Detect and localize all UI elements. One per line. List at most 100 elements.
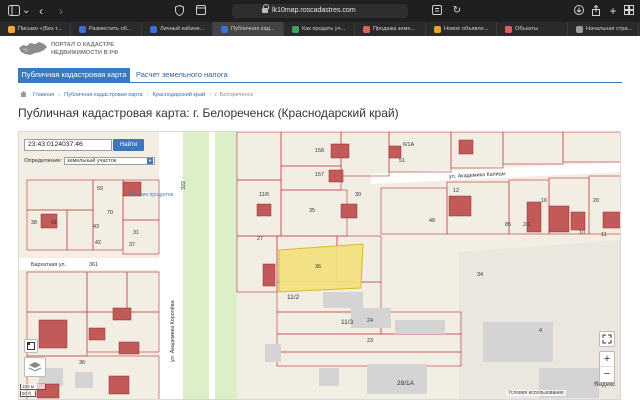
definition-select[interactable]: земельный участок ▼ — [64, 157, 155, 165]
breadcrumb: Главная › Публичная кадастровая карта › Крас… — [20, 90, 253, 99]
zoom-in-button[interactable]: + — [600, 352, 614, 367]
site-favicon-icon — [576, 25, 583, 33]
parcel-label: 11/6 — [259, 192, 269, 198]
home-icon[interactable] — [20, 91, 27, 97]
address-bar[interactable]: lk10map.roscadastres.com — [232, 4, 408, 18]
road-side — [209, 132, 215, 399]
parcel-label: 16 — [541, 198, 547, 204]
parcel-label: 38 — [31, 220, 37, 226]
logo-text[interactable]: Портал о кадастре недвижимости в РФ — [51, 42, 161, 57]
street-label-barkhatnaya: Бархатная ул. — [31, 262, 66, 268]
parcel-label: 70 — [107, 210, 113, 216]
back-arrow-icon[interactable]: ‹ — [36, 5, 46, 17]
chevron-down-icon[interactable]: ⌄ — [22, 5, 30, 17]
breadcrumb-home[interactable]: Главная — [33, 92, 54, 98]
map-canvas[interactable]: ул. Академика Королёва Бархатная ул. ул.… — [19, 132, 621, 400]
select-area-icon[interactable] — [24, 339, 38, 353]
breadcrumb-region[interactable]: Краснодарский край — [153, 92, 206, 98]
tab-cadastral-map[interactable]: Публичная кад... — [213, 22, 284, 36]
nav-tab-cadastral-map[interactable]: Публичная кадастровая карта — [18, 68, 130, 82]
parcel-label: 30 — [355, 192, 361, 198]
breadcrumb-city: г. Белореченск — [215, 92, 253, 98]
parcel-label: 12 — [453, 188, 459, 194]
nav-tab-land-tax[interactable]: Расчет земельного налога — [136, 68, 236, 82]
parcel-label: 157 — [315, 172, 324, 178]
tab-overview-icon[interactable] — [196, 5, 206, 17]
site-favicon-icon — [150, 25, 157, 33]
nav-divider — [18, 82, 622, 83]
tab-land-sale[interactable]: Продажа земе... — [355, 22, 426, 36]
site-favicon-icon — [505, 25, 512, 33]
highlighted-parcel[interactable] — [278, 243, 364, 293]
parcel-label: 10 — [579, 230, 585, 236]
tab-post-ad[interactable]: Разместить об... — [71, 22, 142, 36]
parcel-label: 36 — [79, 360, 85, 366]
parcel-label: 42 — [95, 240, 101, 246]
zoom-control: + − — [599, 351, 615, 383]
cadastral-number-input[interactable]: 23:43:0124037:46 — [24, 139, 112, 151]
url-text: lk10map.roscadastres.com — [272, 7, 356, 14]
parcel-label: 23 — [367, 338, 373, 344]
forward-arrow-icon[interactable]: › — [56, 5, 66, 17]
tab-account[interactable]: Личный кабине... — [142, 22, 213, 36]
zoom-out-button[interactable]: − — [600, 367, 614, 382]
site-favicon-icon — [221, 25, 228, 33]
parcel-label: 35 — [309, 208, 315, 214]
parcel-label: 2/1 — [523, 222, 531, 228]
parcel-label: 85 — [505, 222, 511, 228]
parcel-label: 36 — [315, 264, 321, 270]
chevron-down-icon: ▼ — [147, 158, 153, 164]
new-tab-icon[interactable]: + — [608, 5, 618, 17]
parcel-label: 11/3 — [341, 319, 354, 326]
tab-mail[interactable]: Письмо «(Без т... — [0, 22, 71, 36]
site-logo[interactable] — [18, 40, 48, 58]
tab-start-page[interactable]: Начальная стра... — [568, 22, 639, 36]
sidebar-toggle-icon[interactable] — [8, 5, 20, 17]
scale-metric: 100 м — [20, 384, 46, 390]
parcel-label: 322 — [181, 181, 187, 190]
parcel-label: 59 — [97, 186, 103, 192]
poi-shop-label[interactable]: Магазин продуктов — [129, 192, 174, 198]
cadastral-map[interactable]: ул. Академика Королёва Бархатная ул. ул.… — [18, 131, 621, 400]
privacy-shield-icon[interactable] — [174, 4, 184, 17]
breadcrumb-separator: › — [58, 92, 61, 98]
share-icon[interactable] — [591, 4, 601, 17]
definition-label: Определение: — [24, 158, 63, 164]
find-button[interactable]: Найти — [113, 139, 144, 151]
parcel-label: 31 — [133, 230, 139, 236]
site-favicon-icon — [79, 25, 86, 33]
layers-icon[interactable] — [24, 357, 46, 377]
tab-new-ad[interactable]: Новое объявле... — [426, 22, 497, 36]
parcel-label: 11 — [601, 232, 607, 238]
tab-objects[interactable]: Объекты — [497, 22, 568, 36]
breadcrumb-separator: › — [146, 92, 149, 98]
parcel-label: 4 — [539, 328, 542, 334]
tab-how-to-sell[interactable]: Как продать уч... — [284, 22, 355, 36]
breadcrumb-cadastral-map[interactable]: Публичная кадастровая карта — [64, 92, 142, 98]
site-favicon-icon — [292, 25, 299, 33]
download-icon[interactable] — [574, 5, 584, 17]
parcel-label: 158 — [315, 148, 324, 154]
parcel-label: 24 — [367, 318, 373, 324]
reader-icon[interactable] — [432, 5, 442, 17]
lock-icon — [262, 4, 269, 14]
parcel-label: 34 — [477, 272, 483, 278]
page-title: Публичная кадастровая карта: г. Белорече… — [18, 106, 399, 120]
parcel-label: 11/2 — [287, 294, 300, 301]
parcel-label: 43 — [93, 224, 99, 230]
reload-icon[interactable]: ↻ — [452, 5, 462, 17]
yandex-logo[interactable]: Яндекс — [594, 382, 615, 388]
terms-link[interactable]: Условия использования — [506, 390, 566, 396]
street-label-korolev: ул. Академика Королёва — [170, 300, 176, 362]
definition-select-value: земельный участок — [67, 158, 117, 164]
parcel-label: 41 — [51, 220, 57, 226]
tabs-grid-icon[interactable] — [624, 5, 634, 17]
fullscreen-icon[interactable] — [599, 331, 615, 347]
parcel-label: 37 — [129, 242, 135, 248]
parcel-label: 361 — [89, 262, 98, 268]
mail-favicon-icon — [8, 25, 15, 33]
parcel-label: 6/1А — [403, 142, 414, 148]
breadcrumb-separator: › — [209, 92, 212, 98]
parcel-label: 28/1А — [397, 380, 415, 387]
parcel-label: 48 — [429, 218, 435, 224]
